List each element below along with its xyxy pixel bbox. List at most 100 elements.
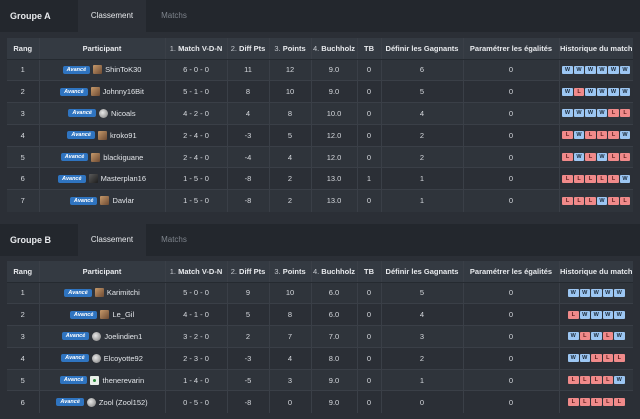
match-result[interactable]: W	[573, 153, 585, 162]
match-result[interactable]: L	[602, 398, 613, 407]
header-buchholz[interactable]: 4. Buchholz	[311, 261, 358, 283]
match-result[interactable]: W	[568, 354, 579, 363]
match-result[interactable]: L	[562, 196, 573, 205]
table-row[interactable]: 6 Avancé Zool (Zool152) 0 - 5 - 0 -8 0 9.0 0 0 0 L…	[7, 390, 633, 413]
match-result[interactable]: W	[562, 65, 573, 74]
participant-cell[interactable]: Avancé Karimitchi	[39, 281, 166, 304]
tab-classement[interactable]: Classement	[78, 0, 146, 32]
match-result[interactable]: L	[619, 196, 631, 205]
match-result[interactable]: L	[579, 398, 590, 407]
header-tb[interactable]: TB	[357, 261, 382, 283]
header-diff[interactable]: 2. Diff Pts	[227, 38, 270, 60]
match-result[interactable]: L	[585, 153, 596, 162]
participant-name[interactable]: Davlar	[112, 196, 134, 205]
participant-name[interactable]: Le_Gil	[112, 310, 134, 319]
header-participant[interactable]: Participant	[39, 38, 166, 60]
table-row[interactable]: 5 Avancé thenerevarin 1 - 4 - 0 -5 3 9.0 0 1 0 L L L…	[7, 368, 633, 391]
match-result[interactable]: W	[579, 288, 590, 297]
match-result[interactable]: W	[614, 310, 625, 319]
match-result[interactable]: L	[568, 376, 579, 385]
participant[interactable]: Avancé Davlar	[40, 196, 165, 206]
table-row[interactable]: 4 Avancé Elcoyotte92 2 - 3 - 0 -3 4 8.0 0 2 0 W W L L…	[7, 346, 633, 370]
participant-name[interactable]: kroko91	[110, 131, 137, 140]
match-result[interactable]: W	[614, 332, 625, 341]
match-result[interactable]: W	[619, 174, 631, 183]
match-result[interactable]: L	[568, 310, 579, 319]
tab-matchs[interactable]: Matchs	[146, 224, 202, 256]
participant-cell[interactable]: Avancé Elcoyotte92	[39, 346, 166, 370]
match-result[interactable]: W	[602, 310, 613, 319]
participant[interactable]: Avancé Le_Gil	[40, 310, 165, 320]
match-result[interactable]: L	[568, 398, 579, 407]
match-result[interactable]: W	[619, 87, 631, 96]
header-rank[interactable]: Rang	[7, 261, 40, 283]
match-result[interactable]: W	[562, 109, 573, 118]
header-history[interactable]: Historique du match	[559, 261, 633, 283]
participant-name[interactable]: Masterplan16	[101, 174, 146, 183]
match-result[interactable]: W	[591, 332, 602, 341]
match-result[interactable]: L	[591, 354, 602, 363]
header-winners[interactable]: Définir les Gagnants	[381, 261, 464, 283]
match-result[interactable]: L	[608, 131, 619, 140]
match-result[interactable]: W	[579, 354, 590, 363]
header-match[interactable]: 1. Match V-D-N	[165, 38, 228, 60]
match-result[interactable]: W	[602, 288, 613, 297]
header-participant[interactable]: Participant	[39, 261, 166, 283]
match-result[interactable]: L	[602, 332, 613, 341]
participant-name[interactable]: Joelindien1	[104, 332, 142, 341]
table-row[interactable]: 2 Avancé Le_Gil 4 - 1 - 0 5 8 6.0 0 4 0 L W W W W	[7, 303, 633, 326]
match-result[interactable]: W	[619, 65, 631, 74]
participant-name[interactable]: blackiguane	[103, 153, 143, 162]
table-row[interactable]: 3 Avancé Nicoals 4 - 2 - 0 4 8 10.0 0 4 0 W W W W L L	[7, 102, 633, 125]
header-rank[interactable]: Rang	[7, 38, 40, 60]
header-history[interactable]: Historique du match	[559, 38, 633, 60]
match-result[interactable]: W	[614, 376, 625, 385]
table-row[interactable]: 2 Avancé Johnny16Bit 5 - 1 - 0 8 10 9.0 0 5 0 W L W W…	[7, 80, 633, 103]
match-result[interactable]: W	[596, 153, 608, 162]
match-result[interactable]: L	[591, 376, 602, 385]
match-result[interactable]: L	[562, 153, 573, 162]
participant[interactable]: Avancé Johnny16Bit	[40, 87, 165, 97]
participant-cell[interactable]: Avancé Nicoals	[39, 102, 166, 125]
match-result[interactable]: W	[585, 109, 596, 118]
participant-cell[interactable]: Avancé Davlar	[39, 189, 166, 212]
participant[interactable]: Avancé Karimitchi	[40, 288, 165, 298]
match-result[interactable]: L	[573, 196, 585, 205]
participant-name[interactable]: Nicoals	[111, 109, 136, 118]
table-row[interactable]: 7 Avancé Davlar 1 - 5 - 0 -8 2 13.0 0 1 0 L L L W L L	[7, 189, 633, 212]
match-result[interactable]: W	[579, 310, 590, 319]
header-ties[interactable]: Paramétrer les égalités	[463, 38, 560, 60]
match-result[interactable]: W	[585, 87, 596, 96]
match-result[interactable]: W	[585, 65, 596, 74]
participant[interactable]: Avancé Elcoyotte92	[40, 353, 165, 363]
match-result[interactable]: L	[573, 174, 585, 183]
match-result[interactable]: L	[602, 354, 613, 363]
participant[interactable]: Avancé ShinToK30	[40, 65, 165, 75]
match-result[interactable]: L	[585, 174, 596, 183]
participant-cell[interactable]: Avancé kroko91	[39, 123, 166, 147]
match-result[interactable]: L	[614, 354, 625, 363]
participant-name[interactable]: Johnny16Bit	[103, 87, 144, 96]
participant-name[interactable]: Elcoyotte92	[104, 354, 143, 363]
participant[interactable]: Avancé Masterplan16	[40, 174, 165, 184]
participant-cell[interactable]: Avancé Joelindien1	[39, 325, 166, 348]
participant-cell[interactable]: Avancé Zool (Zool152)	[39, 390, 166, 413]
match-result[interactable]: L	[585, 196, 596, 205]
header-points[interactable]: 3. Points	[269, 38, 312, 60]
participant-name[interactable]: Karimitchi	[107, 288, 140, 297]
participant[interactable]: Avancé thenerevarin	[40, 375, 165, 385]
match-result[interactable]: L	[573, 87, 585, 96]
table-row[interactable]: 3 Avancé Joelindien1 3 - 2 - 0 2 7 7.0 0 3 0 W L W L W	[7, 325, 633, 348]
match-result[interactable]: L	[608, 174, 619, 183]
participant[interactable]: Avancé Joelindien1	[40, 331, 165, 341]
participant-cell[interactable]: Avancé Masterplan16	[39, 167, 166, 190]
match-result[interactable]: L	[614, 398, 625, 407]
participant-cell[interactable]: Avancé ShinToK30	[39, 58, 166, 81]
match-result[interactable]: W	[568, 332, 579, 341]
match-result[interactable]: W	[573, 65, 585, 74]
participant-name[interactable]: thenerevarin	[102, 376, 144, 385]
participant-cell[interactable]: Avancé Le_Gil	[39, 303, 166, 326]
match-result[interactable]: L	[608, 153, 619, 162]
match-result[interactable]: L	[596, 131, 608, 140]
match-result[interactable]: L	[579, 376, 590, 385]
